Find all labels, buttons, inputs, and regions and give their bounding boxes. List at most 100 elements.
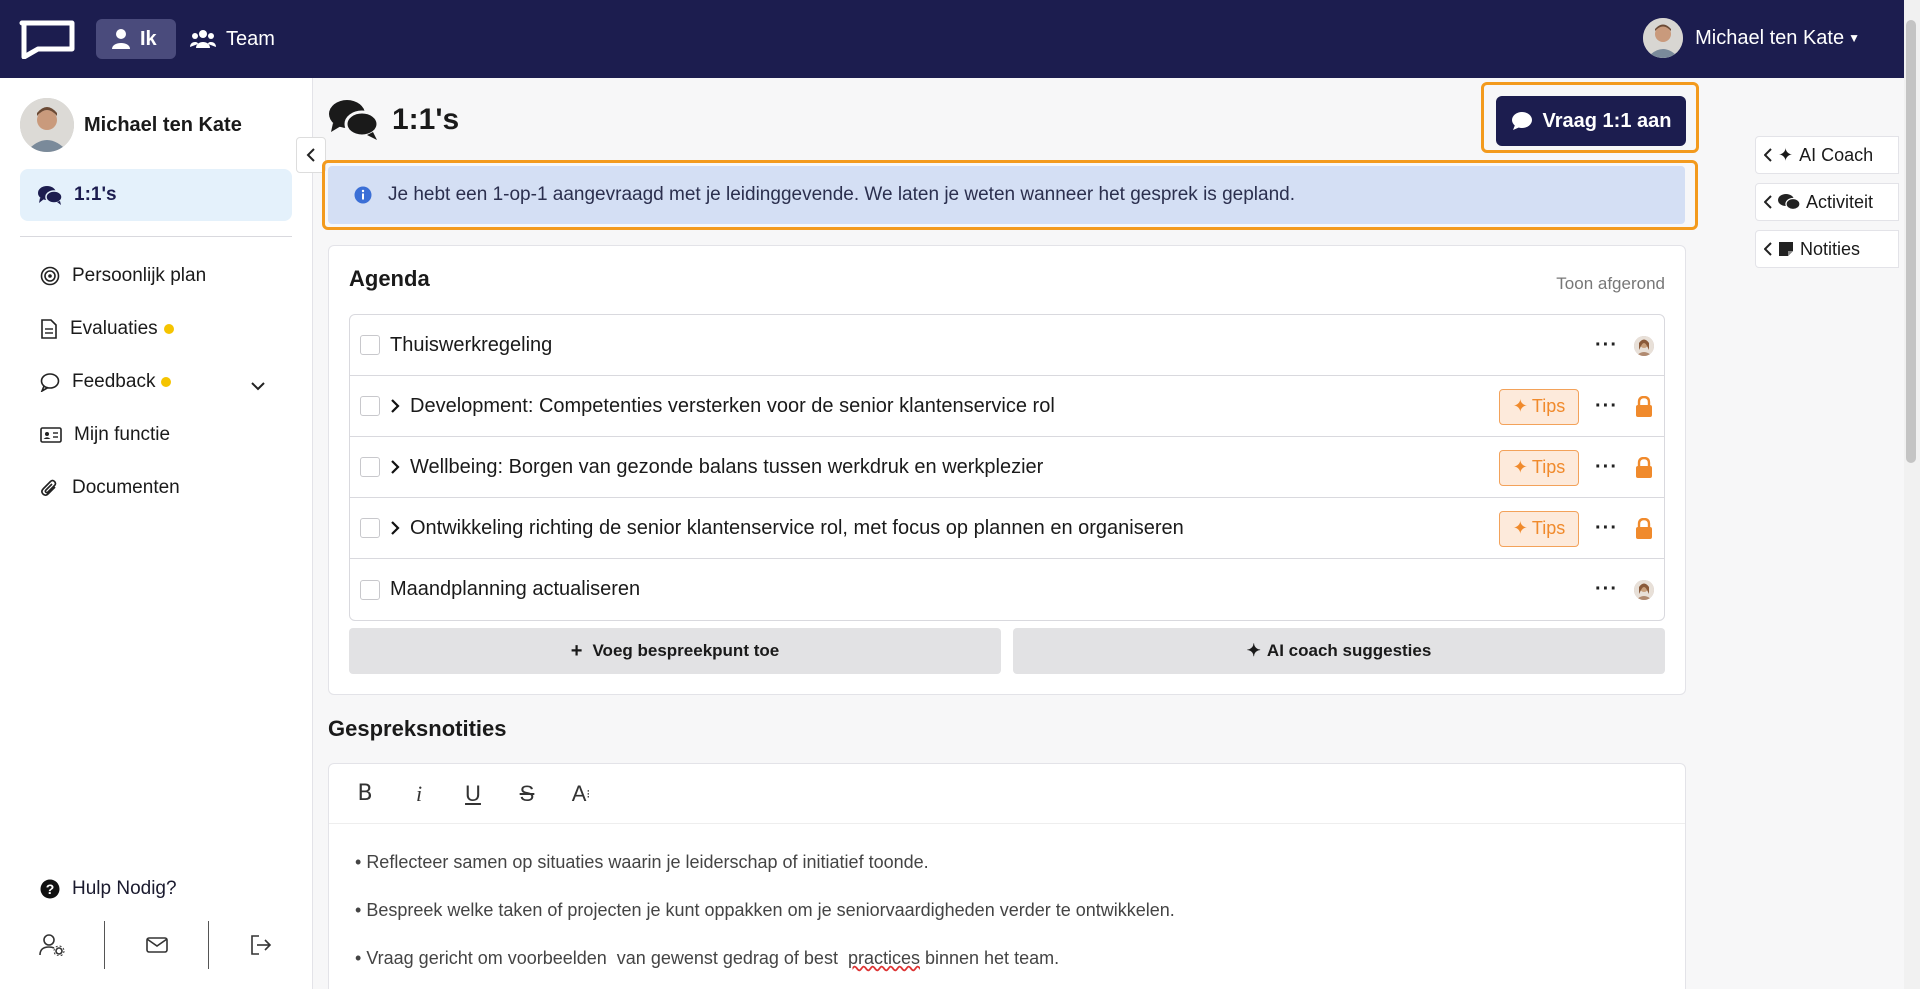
tab-activity[interactable]: Activiteit [1755,183,1899,221]
agenda-item[interactable]: Ontwikkeling richting de senior klantens… [350,498,1664,559]
bold-button[interactable]: B [351,780,379,808]
info-banner: Je hebt een 1-op-1 aangevraagd met je le… [328,166,1685,224]
sidebar-item-documenten[interactable]: Documenten [40,477,180,499]
chevron-right-icon[interactable] [390,398,400,414]
mail-icon [145,937,168,953]
page-title: 1:1's [328,98,459,142]
more-options-icon[interactable]: ··· [1595,334,1618,357]
comments-icon [1778,194,1800,211]
more-options-icon[interactable]: ··· [1595,395,1618,418]
note-bullet: • Bespreek welke taken of projecten je k… [355,900,1175,920]
sidebar-item-label: Evaluaties [70,318,158,339]
agenda-checkbox[interactable] [360,579,380,600]
help-label: Hulp Nodig? [72,878,177,899]
sidebar-item-persoonlijk-plan[interactable]: Persoonlijk plan [40,265,206,287]
comments-icon [38,186,62,205]
avatar [1634,579,1654,600]
tab-label: Activiteit [1806,191,1874,212]
sidebar-item-evaluaties[interactable]: Evaluaties [40,318,174,340]
info-message: Je hebt een 1-op-1 aangevraagd met je le… [388,184,1295,205]
plus-icon: + [570,639,583,662]
sidebar-item-1on1[interactable]: 1:1's [20,169,292,221]
chat-bubble-icon [1511,112,1532,130]
strikethrough-button[interactable]: S [513,780,541,808]
lock-icon [1636,395,1652,417]
user-menu[interactable]: Michael ten Kate ▼ [1643,14,1860,62]
add-button-label: Voeg bespreekpunt toe [592,641,780,660]
notes-editor[interactable]: B i U S A ⁝ • Reflecteer samen op situati… [328,763,1686,989]
sidebar-item-label: Mijn functie [74,424,171,445]
profile-name: Michael ten Kate [84,113,242,136]
tips-label: Tips [1531,518,1566,538]
note-bullet: • Vraag gericht om voorbeelden van gewen… [355,948,1060,968]
tab-ai-coach[interactable]: ✦ AI Coach [1755,136,1899,174]
nav-team[interactable]: Team [190,19,275,59]
more-options-icon[interactable]: ··· [1595,578,1618,601]
bold-icon: B [357,781,373,806]
question-icon: ? [40,879,60,899]
agenda-checkbox[interactable] [360,396,380,416]
chevron-left-icon [306,148,315,162]
sidebar-item-mijn-functie[interactable]: Mijn functie [40,424,170,446]
tips-button[interactable]: ✦ Tips [1499,449,1580,486]
agenda-item[interactable]: Development: Competenties versterken voo… [350,376,1664,437]
italic-button[interactable]: i [405,780,433,808]
underline-button[interactable]: U [459,780,487,808]
chevron-left-icon [1764,148,1772,162]
add-agenda-item-button[interactable]: + Voeg bespreekpunt toe [349,628,1001,674]
agenda-item[interactable]: Wellbeing: Borgen van gezonde balans tus… [350,437,1664,498]
logout-button[interactable] [209,921,313,969]
sparkle-icon: ✦ [1246,641,1261,660]
sidebar: Michael ten Kate 1:1's Persoonlijk plan … [0,78,313,989]
chevron-right-icon[interactable] [390,459,400,475]
font-size-button[interactable]: A ⁝ [567,780,595,808]
chevron-right-icon[interactable] [390,520,400,536]
agenda-checkbox[interactable] [360,457,380,477]
more-options-icon[interactable]: ··· [1595,456,1618,479]
notes-title: Gespreksnotities [328,716,507,741]
user-name: Michael ten Kate [1695,26,1845,49]
editor-toolbar: B i U S A ⁝ [329,764,1685,824]
nav-ik[interactable]: Ik [96,19,176,59]
note-text: Vraag gericht om voorbeelden van gewenst… [366,948,848,968]
tab-notes[interactable]: Notities [1755,230,1899,268]
sidebar-item-label: Persoonlijk plan [72,265,207,286]
id-card-icon [40,427,62,443]
sparkle-icon: ✦ [1778,144,1794,165]
paperclip-icon [41,479,57,496]
document-icon [41,319,57,339]
underline-icon: U [465,780,481,806]
user-settings-button[interactable] [0,921,105,969]
help-link[interactable]: ? Hulp Nodig? [40,878,177,900]
ai-coach-suggestions-button[interactable]: ✦ AI coach suggesties [1013,628,1665,674]
agenda-item-text: Thuiswerkregeling [390,333,553,356]
agenda-checkbox[interactable] [360,335,380,355]
lock-icon [1636,517,1652,539]
strikethrough-icon: S [519,780,535,806]
request-1on1-button[interactable]: Vraag 1:1 aan [1496,96,1686,146]
agenda-checkbox[interactable] [360,518,380,538]
sidebar-item-feedback[interactable]: Feedback [40,371,172,393]
tips-button[interactable]: ✦ Tips [1499,388,1580,425]
agenda-item[interactable]: Thuiswerkregeling ··· [350,315,1664,376]
info-icon [354,186,372,204]
avatar [1643,18,1684,58]
user-settings-icon [39,934,65,956]
font-size-icon: A [571,780,587,806]
show-completed-link[interactable]: Toon afgerond [1556,274,1665,294]
more-options-icon[interactable]: ··· [1595,517,1618,540]
chevron-down-icon[interactable] [250,378,266,396]
team-icon [190,30,216,48]
tips-button[interactable]: ✦ Tips [1499,510,1580,547]
agenda-item[interactable]: Maandplanning actualiseren ··· [350,559,1664,620]
scrollbar-thumb[interactable] [1906,20,1916,463]
ai-button-label: AI coach suggesties [1266,641,1432,660]
chevron-left-icon [1764,242,1772,256]
logout-icon [251,935,272,955]
agenda-item-text: Development: Competenties versterken voo… [410,394,1055,417]
notification-dot [163,324,174,334]
comments-icon [329,100,380,140]
mail-button[interactable] [105,921,210,969]
misspelled-word: practices [847,948,920,968]
app-logo[interactable] [18,19,76,60]
